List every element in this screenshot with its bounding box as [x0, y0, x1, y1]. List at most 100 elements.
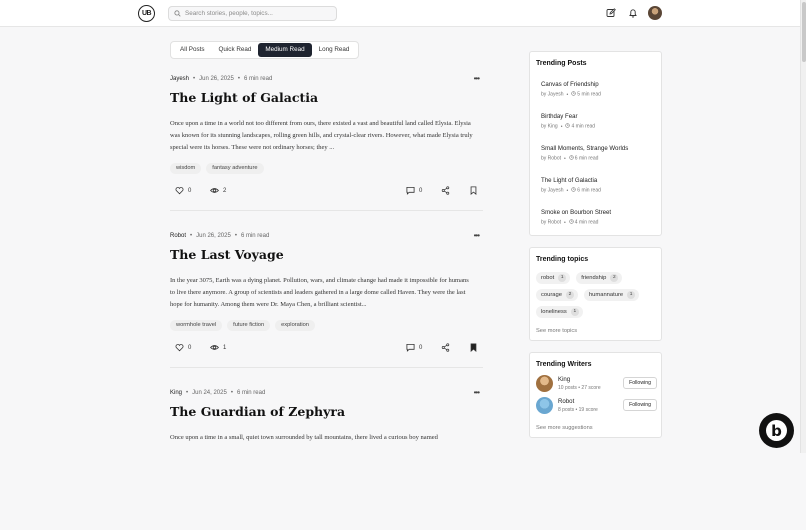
filter-all-posts[interactable]: All Posts: [173, 43, 212, 57]
tag-chip[interactable]: wormhole travel: [170, 320, 223, 331]
notification-bell-icon[interactable]: [628, 8, 638, 18]
following-button[interactable]: Following: [623, 399, 657, 411]
page-scrollbar[interactable]: [800, 0, 806, 453]
writer-stats: 10 posts • 27 score: [558, 385, 601, 391]
bookmark-button[interactable]: [469, 343, 478, 352]
topic-count: 2: [610, 274, 619, 282]
post-excerpt[interactable]: Once upon a time in a world not too diff…: [170, 118, 475, 154]
topic-chip[interactable]: loneliness 1: [536, 306, 583, 318]
share-button[interactable]: [441, 186, 450, 195]
write-icon[interactable]: [606, 8, 616, 18]
clock-icon: [569, 219, 574, 224]
tag-chip[interactable]: exploration: [275, 320, 315, 331]
writer-name[interactable]: King: [558, 376, 570, 383]
post-excerpt[interactable]: In the year 3075, Earth was a dying plan…: [170, 275, 475, 311]
topic-chip[interactable]: humannature 1: [583, 289, 640, 301]
like-button[interactable]: 0: [175, 343, 191, 352]
topic-name: robot: [541, 275, 555, 281]
trending-post-read-time: 4 min read: [571, 123, 596, 130]
topic-chip[interactable]: robot 1: [536, 272, 571, 284]
trending-post-title[interactable]: Birthday Fear: [541, 113, 595, 120]
comment-icon: [406, 186, 415, 195]
post-excerpt[interactable]: Once upon a time in a small, quiet town …: [170, 432, 475, 444]
trending-post-meta: by Robot • 4 min read: [541, 219, 611, 226]
heart-icon: [175, 187, 184, 195]
search-bar[interactable]: [168, 6, 337, 21]
post-author[interactable]: King: [170, 390, 182, 396]
post-date: Jun 24, 2025: [192, 390, 227, 396]
trending-post-title[interactable]: Small Moments, Strange Worlds: [541, 145, 628, 152]
trending-post-title[interactable]: Smoke on Bourbon Street: [541, 209, 611, 216]
like-button[interactable]: 0: [175, 186, 191, 195]
more-options-icon[interactable]: •••: [474, 74, 480, 83]
eye-icon: [210, 345, 219, 350]
meta-separator: •: [560, 123, 563, 130]
trending-post-item[interactable]: Smoke on Bourbon Street by Robot • 4 min re…: [541, 209, 611, 226]
filter-medium-read[interactable]: Medium Read: [258, 43, 312, 57]
trending-post-meta: by King • 4 min read: [541, 123, 595, 130]
scrollbar-thumb[interactable]: [802, 2, 806, 62]
post-meta: Robot • Jun 26, 2025 • 6 min read: [170, 233, 269, 239]
trending-post-read-time: 6 min read: [577, 187, 601, 194]
filter-quick-read[interactable]: Quick Read: [212, 43, 259, 57]
clock-icon: [569, 155, 574, 160]
comment-count: 0: [419, 344, 423, 351]
post-title[interactable]: The Light of Galactia: [170, 90, 318, 105]
trending-post-title[interactable]: The Light of Galactia: [541, 177, 601, 184]
share-button[interactable]: [441, 343, 450, 352]
post-date: Jun 26, 2025: [196, 233, 231, 239]
trending-posts-card: Trending Posts Canvas of Friendship by Ja…: [529, 51, 662, 236]
more-options-icon[interactable]: •••: [474, 231, 480, 240]
trending-post-author: by Jayesh: [541, 187, 564, 194]
bookmark-button[interactable]: [469, 186, 478, 195]
trending-post-item[interactable]: The Light of Galactia by Jayesh • 6 min rea…: [541, 177, 601, 194]
tag-chip[interactable]: future fiction: [227, 320, 271, 331]
app-logo[interactable]: UB: [138, 5, 155, 22]
trending-post-meta: by Jayesh • 5 min read: [541, 91, 601, 98]
post-title[interactable]: The Guardian of Zephyra: [170, 404, 345, 419]
comment-button[interactable]: 0: [406, 186, 422, 195]
trending-topics-card: Trending topics robot 1 friendship 2 courage…: [529, 247, 662, 341]
post-meta: Jayesh • Jun 26, 2025 • 6 min read: [170, 76, 272, 82]
post-card: Robot • Jun 26, 2025 • 6 min read ••• The Last…: [170, 231, 483, 373]
views-indicator: 2: [210, 186, 226, 195]
meta-separator: •: [566, 187, 569, 194]
filter-long-read[interactable]: Long Read: [312, 43, 357, 57]
meta-separator: •: [193, 76, 196, 82]
views-indicator: 1: [210, 343, 226, 352]
trending-post-item[interactable]: Small Moments, Strange Worlds by Robot • 6 …: [541, 145, 628, 162]
see-more-suggestions-link[interactable]: See more suggestions: [536, 425, 593, 431]
topic-chip[interactable]: courage 2: [536, 289, 578, 301]
user-avatar[interactable]: [648, 6, 662, 20]
app-badge-logo[interactable]: b: [759, 413, 794, 448]
writer-avatar[interactable]: [536, 397, 553, 414]
post-title[interactable]: The Last Voyage: [170, 247, 284, 262]
trending-posts-heading: Trending Posts: [536, 60, 587, 67]
post-author[interactable]: Jayesh: [170, 76, 189, 82]
following-button[interactable]: Following: [623, 377, 657, 389]
search-input[interactable]: [185, 10, 335, 17]
post-read-time: 6 min read: [243, 76, 273, 82]
trending-post-meta: by Robot • 6 min read: [541, 155, 628, 162]
comment-button[interactable]: 0: [406, 343, 422, 352]
post-card: Jayesh • Jun 26, 2025 • 6 min read ••• The Lig…: [170, 74, 483, 216]
trending-post-item[interactable]: Canvas of Friendship by Jayesh • 5 min read: [541, 81, 601, 98]
view-count: 1: [223, 344, 227, 351]
comment-icon: [406, 343, 415, 352]
writer-name[interactable]: Robot: [558, 398, 574, 405]
see-more-topics-link[interactable]: See more topics: [536, 328, 577, 334]
topic-chip[interactable]: friendship 2: [576, 272, 623, 284]
trending-post-title[interactable]: Canvas of Friendship: [541, 81, 601, 88]
writer-avatar[interactable]: [536, 375, 553, 392]
tag-chip[interactable]: wisdom: [170, 163, 202, 174]
topic-name: loneliness: [541, 309, 567, 315]
read-length-filter: All Posts Quick Read Medium Read Long Read: [170, 41, 360, 59]
more-options-icon[interactable]: •••: [474, 388, 480, 397]
tag-chip[interactable]: fantasy adventure: [206, 163, 264, 174]
trending-post-item[interactable]: Birthday Fear by King • 4 min read: [541, 113, 595, 130]
trending-topics-heading: Trending topics: [536, 256, 589, 263]
post-author[interactable]: Robot: [170, 233, 186, 239]
meta-separator: •: [234, 233, 237, 239]
eye-icon: [210, 188, 219, 193]
trending-writers-card: Trending Writers King 10 posts • 27 score…: [529, 352, 662, 438]
